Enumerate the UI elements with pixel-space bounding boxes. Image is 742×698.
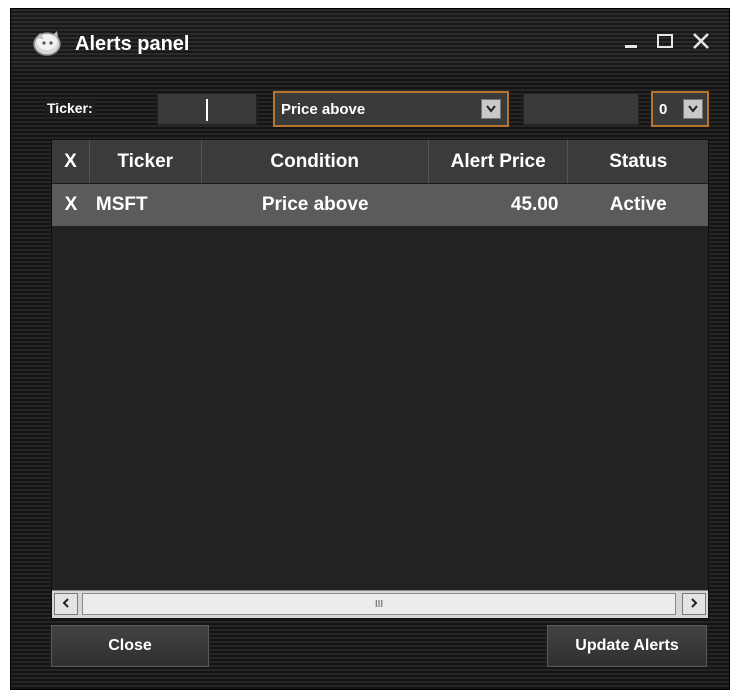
window-title: Alerts panel	[75, 33, 190, 55]
close-button[interactable]: Close	[51, 625, 209, 667]
app-icon	[31, 27, 65, 57]
title-bar[interactable]: Alerts panel	[11, 9, 729, 69]
minimize-button[interactable]	[617, 29, 645, 57]
chevron-down-icon[interactable]	[481, 99, 501, 119]
maximize-icon	[656, 32, 674, 55]
minimize-icon	[623, 33, 639, 54]
chevron-right-icon	[690, 595, 698, 613]
chevron-down-icon[interactable]	[683, 99, 703, 119]
column-header-status[interactable]: Status	[568, 140, 708, 183]
maximize-button[interactable]	[651, 29, 679, 57]
column-header-ticker[interactable]: Ticker	[90, 140, 202, 183]
quantity-select[interactable]: 0	[651, 91, 709, 127]
condition-cell: Price above	[261, 194, 369, 215]
alert-entry-toolbar: Ticker: Price above 0	[11, 91, 729, 127]
quantity-select-value: 0	[659, 101, 668, 118]
condition-select-value: Price above	[281, 101, 366, 118]
column-header-x[interactable]: X	[52, 140, 90, 183]
update-alerts-button[interactable]: Update Alerts	[547, 625, 707, 667]
alert-price-cell: 45.00	[510, 194, 559, 215]
ticker-cell: MSFT	[95, 194, 148, 215]
column-header-alert-price[interactable]: Alert Price	[429, 140, 569, 183]
horizontal-scrollbar[interactable]: III	[52, 590, 708, 618]
scrollbar-grip: III	[374, 598, 384, 610]
scroll-left-button[interactable]	[54, 593, 78, 615]
alerts-table: X Ticker Condition Alert Price Status X …	[51, 139, 709, 619]
close-window-button[interactable]	[687, 29, 715, 57]
alert-price-input[interactable]	[523, 93, 639, 125]
close-icon	[691, 31, 711, 56]
alerts-panel-window: Alerts panel Ticker: Price above 0 X Tic…	[10, 8, 730, 690]
delete-alert-cell[interactable]: X	[52, 184, 90, 226]
column-header-condition[interactable]: Condition	[202, 140, 429, 183]
ticker-label: Ticker:	[45, 100, 95, 116]
status-cell: Active	[609, 194, 667, 215]
text-caret	[206, 99, 208, 121]
table-row[interactable]: X MSFT Price above 45.00 Active	[52, 184, 708, 226]
ticker-input[interactable]	[157, 93, 257, 125]
table-header: X Ticker Condition Alert Price Status	[52, 140, 708, 184]
condition-select[interactable]: Price above	[273, 91, 509, 127]
chevron-left-icon	[62, 595, 70, 613]
scroll-right-button[interactable]	[682, 593, 706, 615]
scrollbar-thumb[interactable]: III	[82, 593, 676, 615]
